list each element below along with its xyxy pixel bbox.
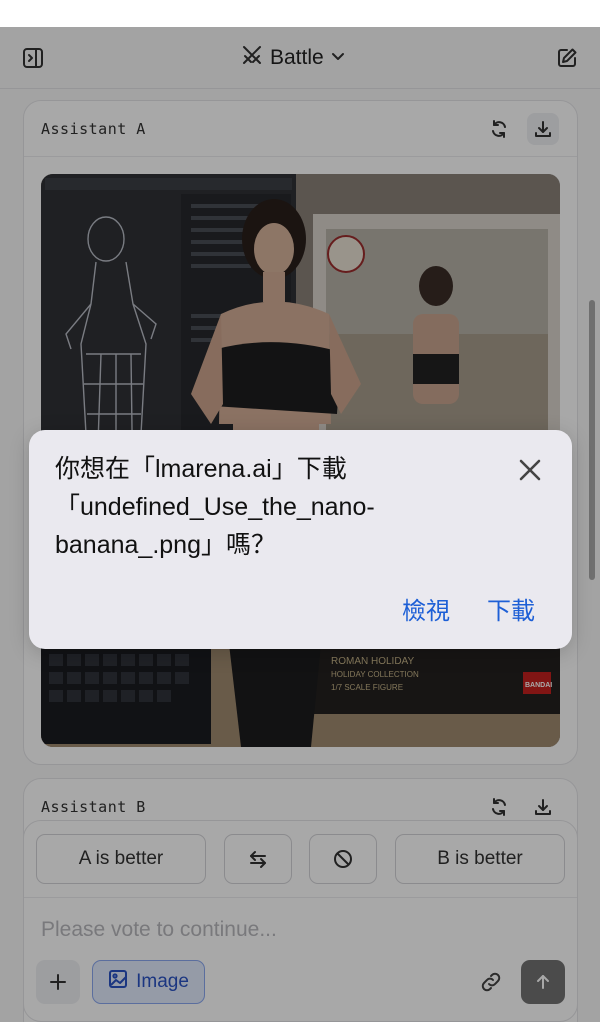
- download-dialog-message: 你想在「lmarena.ai」下載 「undefined_Use_the_nan…: [55, 455, 375, 559]
- status-bar: [0, 0, 600, 27]
- download-button[interactable]: 下載: [487, 591, 535, 626]
- download-dialog: 你想在「lmarena.ai」下載 「undefined_Use_the_nan…: [29, 430, 572, 649]
- scrollbar[interactable]: [589, 300, 595, 580]
- view-button[interactable]: 檢視: [402, 591, 450, 626]
- close-icon[interactable]: [514, 454, 546, 486]
